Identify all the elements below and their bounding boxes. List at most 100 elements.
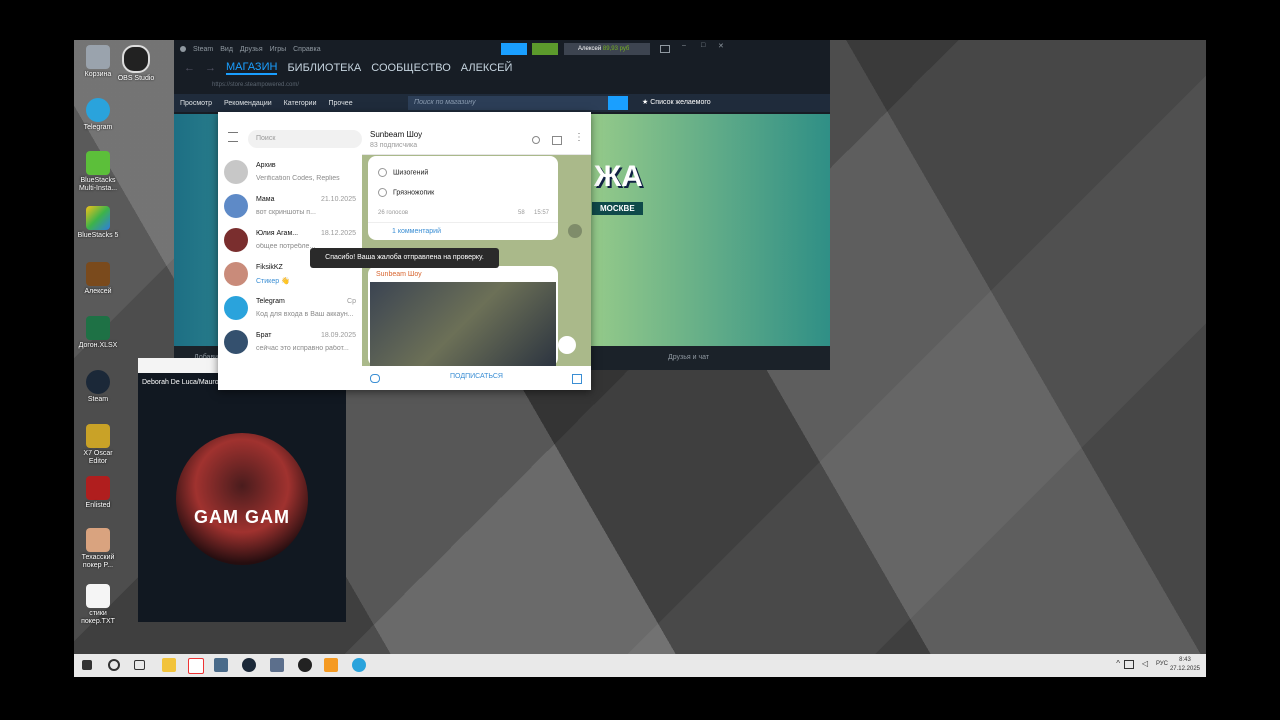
scroll-down-icon[interactable] (558, 336, 576, 354)
message-time: 15:57 (534, 210, 550, 216)
forward-arrow-icon[interactable]: → (205, 62, 216, 74)
channel-footer: ПОДПИСАТЬСЯ (362, 366, 591, 390)
steam-icon (86, 370, 110, 394)
desktop-icon-bluestacks-multi[interactable]: BlueStacks Multi-Insta... (74, 151, 122, 193)
clock[interactable]: 8:43 27.12.2025 (1170, 656, 1200, 674)
desktop-icon-dogon-xlsx[interactable]: Догон.XLSX (74, 316, 122, 350)
account-name: Алексей (578, 46, 602, 52)
file-explorer-icon[interactable] (162, 658, 176, 672)
desktop-icon-aleksey[interactable]: Алексей (74, 262, 122, 296)
media-player-icon[interactable] (324, 658, 338, 672)
chat-item-archive[interactable]: Архив Verification Codes, Replies (218, 156, 362, 190)
comments-button[interactable]: 1 комментарий (368, 222, 558, 240)
friends-chat-button[interactable]: Друзья и чат (668, 354, 709, 361)
search-icon[interactable] (608, 96, 628, 110)
clock-date: 27.12.2025 (1169, 666, 1200, 672)
desktop-icon-bluestacks[interactable]: BlueStacks 5 (74, 206, 122, 240)
album-cover: GAM GAM (176, 433, 308, 565)
avatar (224, 330, 248, 354)
hamburger-menu-icon[interactable] (228, 132, 238, 142)
search-icon[interactable] (532, 136, 540, 144)
url-bar: https://store.steampowered.com/ (212, 82, 300, 88)
track-title: Deborah De Luca/Mauro F (142, 379, 225, 386)
desktop-icon-telegram[interactable]: Telegram (74, 98, 122, 132)
desktop-icon-poker[interactable]: Техасский покер P... (74, 528, 122, 570)
taskbar: ^ ◁ РУС 8:43 27.12.2025 (74, 654, 1206, 677)
windows-start-icon[interactable] (82, 660, 92, 670)
close-button[interactable]: ✕ (718, 42, 724, 50)
back-arrow-icon[interactable]: ← (184, 62, 195, 74)
store-menu-categories[interactable]: Категории (284, 100, 317, 107)
post-image[interactable] (370, 282, 556, 366)
avatar (224, 194, 248, 218)
telegram-taskbar-icon[interactable] (352, 658, 366, 672)
store-menu-other[interactable]: Прочее (328, 100, 352, 107)
steam-menu-steam[interactable]: Steam (193, 46, 213, 53)
channel-header: Sunbeam Шоу 83 подписчика ⋮ (362, 112, 591, 155)
tab-store[interactable]: МАГАЗИН (226, 61, 278, 75)
steam-menu-friends[interactable]: Друзья (240, 46, 263, 53)
share-icon[interactable] (568, 224, 582, 238)
steam-menu-games[interactable]: Игры (270, 46, 287, 53)
gift-icon[interactable] (572, 374, 582, 384)
notifications-button[interactable] (532, 43, 558, 55)
maximize-button[interactable]: □ (701, 42, 705, 49)
desktop: Корзина OBS Studio Telegram BlueStacks M… (74, 40, 1206, 677)
sidebar-toggle-icon[interactable] (552, 136, 562, 145)
broadcast-button[interactable] (501, 43, 527, 55)
bluestacks-multi-icon (86, 151, 110, 175)
steam-menu-help[interactable]: Справка (293, 46, 320, 53)
store-search-input[interactable]: Поиск по магазину (408, 96, 614, 110)
desktop-icon-obs[interactable]: OBS Studio (112, 45, 160, 83)
channel-subscribers: 83 подписчика (370, 142, 418, 149)
music-player-window: Deborah De Luca/Mauro F GAM GAM (138, 358, 346, 622)
tab-community[interactable]: СООБЩЕСТВО (371, 62, 451, 74)
minimize-button[interactable]: – (682, 42, 686, 49)
tray-chevron-icon[interactable]: ^ (1116, 659, 1120, 668)
volume-icon[interactable]: ◁ (1142, 659, 1148, 668)
yandex-browser-icon[interactable] (188, 658, 204, 674)
network-icon[interactable] (1124, 660, 1134, 669)
excel-icon (86, 316, 110, 340)
x7-icon (86, 424, 110, 448)
poll-option[interactable]: Грязножопик (378, 188, 434, 197)
poll-message: Шизогений Грязножопик 26 голосов 58 15:5… (368, 156, 558, 240)
search-icon[interactable] (108, 659, 120, 671)
channel-title[interactable]: Sunbeam Шоу (370, 130, 422, 139)
tab-library[interactable]: БИБЛИОТЕКА (287, 62, 361, 74)
subscribe-button[interactable]: ПОДПИСАТЬСЯ (450, 373, 503, 380)
big-picture-icon[interactable] (660, 45, 670, 53)
steam-menu-view[interactable]: Вид (220, 46, 233, 53)
store-menu-recommendations[interactable]: Рекомендации (224, 100, 272, 107)
steam-menu-bar: Steam Вид Друзья Игры Справка Алексей 89… (174, 40, 830, 58)
cover-title: GAM GAM (194, 507, 290, 527)
desktop-icon-txt[interactable]: стики покер.TXT (74, 584, 122, 626)
chat-item-telegram[interactable]: Telegram Код для входа в Ваш аккаун... Ср (218, 292, 362, 326)
task-view-icon[interactable] (134, 660, 145, 670)
post-author: Sunbeam Шоу (376, 271, 422, 278)
tab-profile[interactable]: АЛЕКСЕЙ (461, 62, 513, 74)
chat-search-input[interactable]: Поиск (248, 130, 362, 148)
steam-taskbar-icon[interactable] (242, 658, 256, 672)
media-message: Sunbeam Шоу (368, 266, 558, 366)
clock-time: 8:43 (1179, 657, 1191, 663)
report-toast: Спасибо! Ваша жалоба отправлена на прове… (310, 248, 499, 268)
account-button[interactable]: Алексей 89,93 руб (564, 43, 650, 55)
more-options-icon[interactable]: ⋮ (574, 132, 584, 143)
steam-logo-icon (180, 46, 186, 52)
text-file-icon (86, 584, 110, 608)
desktop-icon-steam[interactable]: Steam (74, 370, 122, 404)
chat-item-brat[interactable]: Брат сейчас это исправно работ... 18.09.20… (218, 326, 362, 360)
game-taskbar-icon[interactable] (270, 658, 284, 672)
poll-option[interactable]: Шизогений (378, 168, 428, 177)
wishlist-button[interactable]: ★ Список желаемого (642, 94, 711, 112)
views-count: 58 (518, 210, 525, 216)
calculator-icon[interactable] (214, 658, 228, 672)
obs-taskbar-icon[interactable] (298, 658, 312, 672)
chat-item-mama[interactable]: Мама вот скриншоты п... 21.10.2025 (218, 190, 362, 224)
store-menu-browse[interactable]: Просмотр (180, 100, 212, 107)
keyboard-language[interactable]: РУС (1156, 661, 1168, 667)
desktop-icon-enlisted[interactable]: Enlisted (74, 476, 122, 510)
desktop-icon-x7-oscar[interactable]: X7 Oscar Editor (74, 424, 122, 466)
comment-icon[interactable] (370, 374, 380, 383)
